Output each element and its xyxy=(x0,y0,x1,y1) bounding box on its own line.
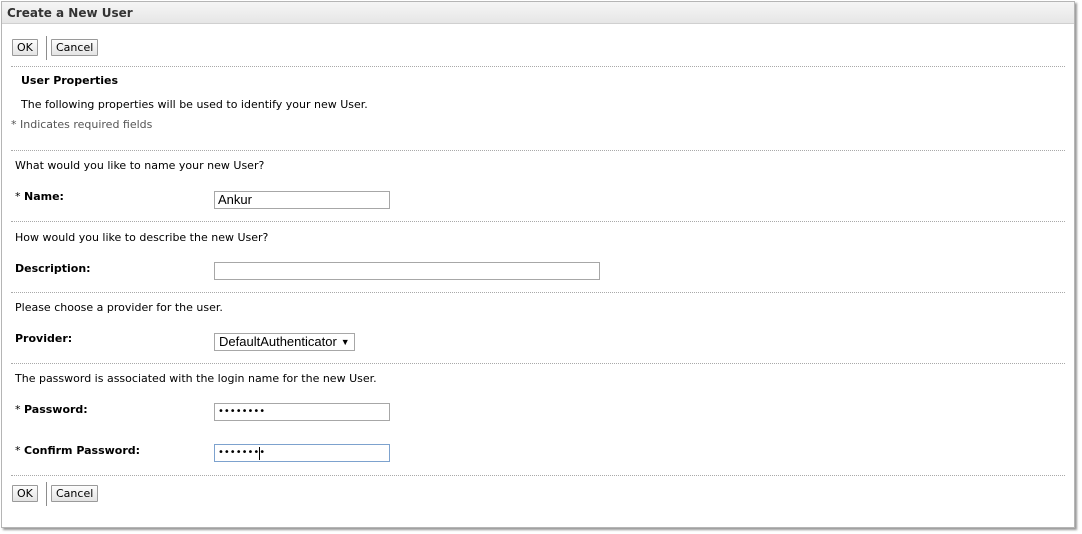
text-caret xyxy=(259,447,260,460)
cancel-button-top[interactable]: Cancel xyxy=(51,39,99,56)
divider xyxy=(11,292,1065,293)
description-input[interactable] xyxy=(214,262,600,280)
divider xyxy=(11,66,1065,67)
required-note: * Indicates required fields xyxy=(11,118,153,131)
password-label: * Password: xyxy=(15,403,88,416)
divider xyxy=(11,150,1065,151)
divider xyxy=(11,221,1065,222)
name-input[interactable]: Ankur xyxy=(214,191,390,209)
chevron-down-icon: ▼ xyxy=(340,337,350,347)
divider xyxy=(11,475,1065,476)
ok-button-top[interactable]: OK xyxy=(12,39,38,56)
section-heading: User Properties xyxy=(21,74,119,87)
ok-button-bottom[interactable]: OK xyxy=(12,485,38,502)
cancel-button-bottom[interactable]: Cancel xyxy=(51,485,99,502)
divider xyxy=(11,363,1065,364)
name-label-text: Name: xyxy=(24,190,64,203)
password-label-text: Password: xyxy=(24,403,88,416)
required-marker: * xyxy=(15,444,24,457)
password-input[interactable]: •••••••• xyxy=(214,403,390,421)
confirm-password-input[interactable]: •••••••• xyxy=(214,444,390,462)
description-label: Description: xyxy=(15,262,91,275)
description-question: How would you like to describe the new U… xyxy=(15,231,269,244)
required-marker: * xyxy=(15,190,24,203)
provider-selected-value: DefaultAuthenticator xyxy=(219,334,337,349)
password-question: The password is associated with the logi… xyxy=(15,372,377,385)
provider-select[interactable]: DefaultAuthenticator ▼ xyxy=(214,333,355,351)
provider-label: Provider: xyxy=(15,332,73,345)
name-label: * Name: xyxy=(15,190,64,203)
panel-titlebar: Create a New User xyxy=(2,2,1074,24)
toolbar-separator-top xyxy=(46,36,47,60)
required-marker: * xyxy=(15,403,24,416)
create-user-panel: Create a New User OK Cancel User Propert… xyxy=(1,1,1075,528)
panel-title: Create a New User xyxy=(7,6,133,20)
name-question: What would you like to name your new Use… xyxy=(15,159,265,172)
provider-question: Please choose a provider for the user. xyxy=(15,301,223,314)
confirm-password-label: * Confirm Password: xyxy=(15,444,140,457)
confirm-password-label-text: Confirm Password: xyxy=(24,444,141,457)
section-intro: The following properties will be used to… xyxy=(21,98,368,111)
toolbar-separator-bottom xyxy=(46,482,47,506)
